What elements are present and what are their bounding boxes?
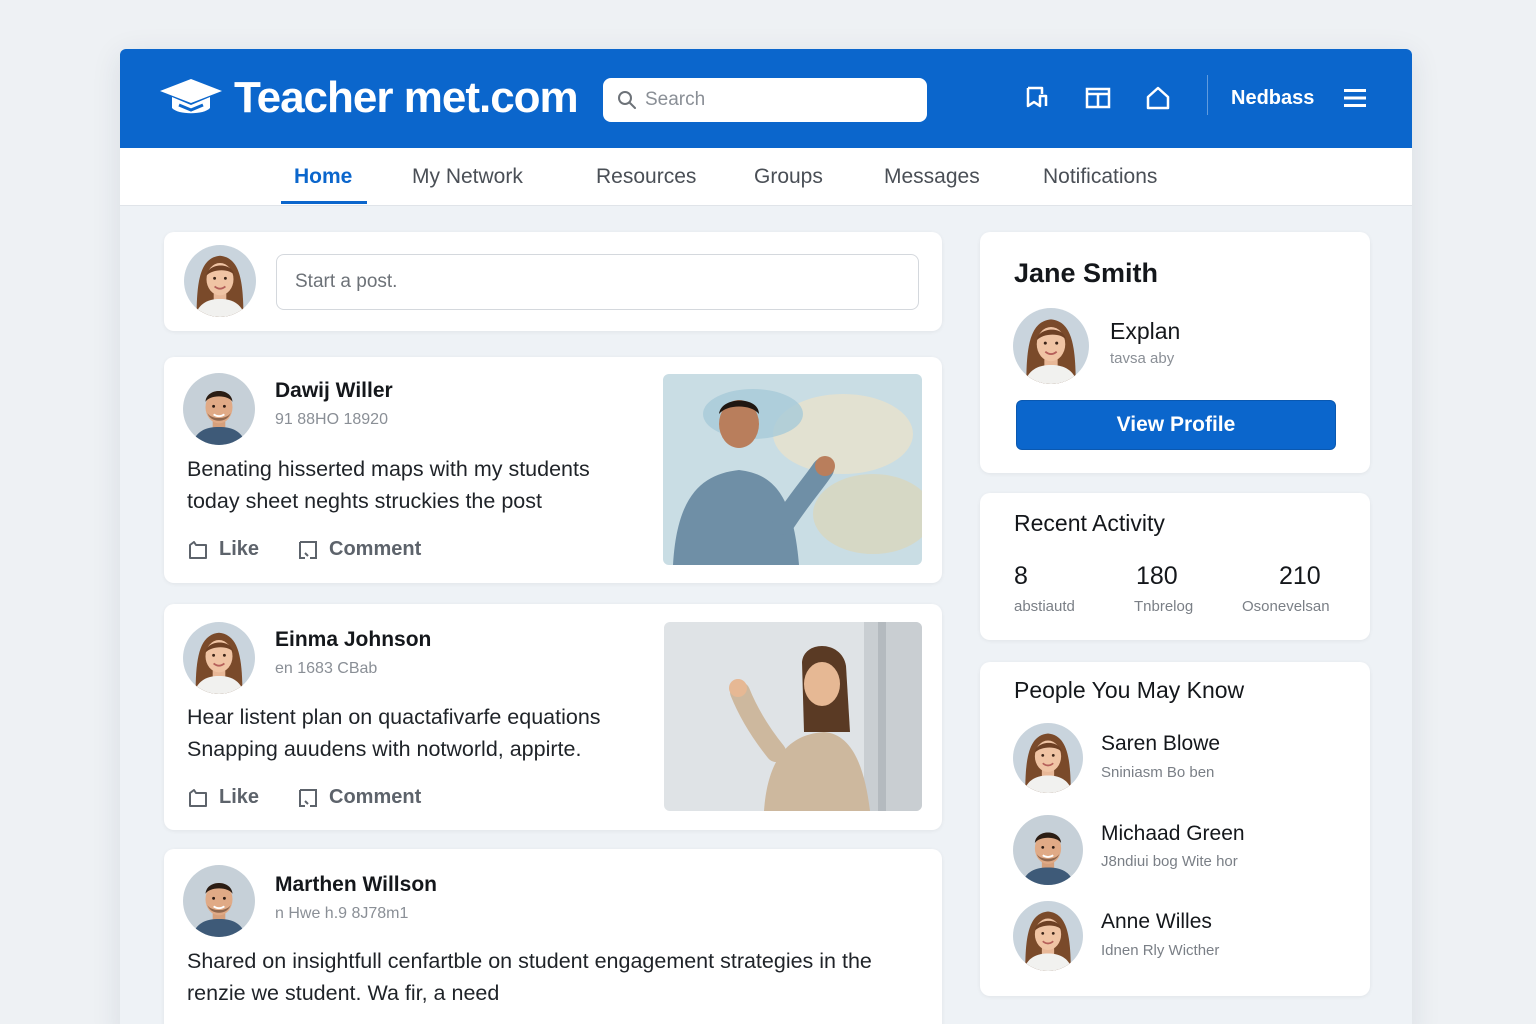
post-author[interactable]: Dawij Willer: [275, 379, 393, 403]
top-bar: Teacher met.com Nedbass: [120, 49, 1412, 148]
post-image[interactable]: [663, 374, 922, 565]
post-meta: 91 88HO 18920: [275, 411, 388, 428]
post-card: Marthen Willson n Hwe h.9 8J78m1 Shared …: [164, 849, 942, 1024]
tab-home[interactable]: Home: [294, 165, 352, 189]
like-label: Like: [219, 538, 260, 560]
comment-icon: [299, 540, 317, 559]
post-text: Benating hisserted maps with my students…: [187, 457, 590, 513]
avatar[interactable]: [1013, 308, 1089, 384]
brand-name: Teacher met.com: [234, 73, 579, 122]
stat-value: 180: [1136, 562, 1178, 590]
post-meta: en 1683 CBab: [275, 660, 378, 677]
avatar[interactable]: [1013, 901, 1083, 971]
people-title: People You May Know: [1014, 677, 1245, 703]
tab-notifications[interactable]: Notifications: [1043, 165, 1157, 189]
like-button[interactable]: Like: [187, 786, 259, 809]
post-author[interactable]: Einma Johnson: [275, 628, 431, 652]
like-icon: [189, 788, 207, 807]
tab-messages[interactable]: Messages: [884, 165, 980, 189]
person-name[interactable]: Anne Willes: [1101, 910, 1212, 934]
like-button[interactable]: Like: [187, 538, 259, 561]
search-icon: [618, 91, 636, 109]
active-tab-indicator: [281, 201, 367, 204]
comment-button[interactable]: Comment: [297, 538, 421, 561]
divider: [1207, 75, 1208, 115]
post-text: Shared on insightfull cenfartble on stud…: [187, 949, 872, 1005]
username[interactable]: Nedbass: [1231, 87, 1314, 110]
comment-icon: [299, 788, 317, 807]
stat-label: Osonevelsan: [1242, 598, 1330, 615]
profile-name[interactable]: Jane Smith: [1014, 258, 1158, 289]
post-composer: [164, 232, 942, 331]
avatar[interactable]: [183, 622, 255, 694]
search-input[interactable]: [645, 89, 905, 111]
post-image[interactable]: [664, 622, 922, 811]
avatar[interactable]: [183, 865, 255, 937]
tab-my-network[interactable]: My Network: [412, 165, 523, 189]
comment-label: Comment: [329, 786, 422, 808]
comment-label: Comment: [329, 538, 422, 560]
tab-groups[interactable]: Groups: [754, 165, 823, 189]
tab-resources[interactable]: Resources: [596, 165, 696, 189]
nav-bar: Home My Network Resources Groups Message…: [120, 148, 1412, 206]
menu-icon[interactable]: [1342, 85, 1368, 111]
recent-activity-title: Recent Activity: [1014, 510, 1165, 536]
post-card: Dawij Willer 91 88HO 18920 Benating hiss…: [164, 357, 942, 583]
stat-label: Tnbrelog: [1134, 598, 1194, 615]
layout-icon[interactable]: [1083, 83, 1113, 113]
like-icon: [189, 540, 207, 559]
person-meta: Idnen Rly Wicther: [1101, 942, 1220, 959]
stat-value: 8: [1014, 562, 1028, 590]
stat-label: abstiautd: [1014, 598, 1075, 615]
profile-subtitle: tavsa aby: [1110, 350, 1175, 367]
person-meta: Sniniasm Bo ben: [1101, 764, 1215, 781]
people-you-may-know-card: People You May Know Saren Blowe Sniniasm…: [980, 662, 1370, 996]
avatar[interactable]: [1013, 815, 1083, 885]
avatar[interactable]: [184, 245, 256, 317]
app-window: Teacher met.com Nedbass Home My Network …: [120, 49, 1412, 1024]
person-meta: J8ndiui bog Wite hor: [1101, 853, 1238, 870]
start-post-input[interactable]: [276, 254, 919, 310]
post-text: Hear listent plan on quactafivarfe equat…: [187, 705, 601, 761]
stat-value: 210: [1279, 562, 1321, 590]
like-label: Like: [219, 786, 260, 808]
profile-role: Explan: [1110, 318, 1181, 344]
comment-button[interactable]: Comment: [297, 786, 421, 809]
avatar[interactable]: [183, 373, 255, 445]
person-name[interactable]: Michaad Green: [1101, 822, 1245, 846]
graduation-cap-icon: [160, 79, 222, 114]
search-box[interactable]: [603, 78, 927, 122]
recent-activity-card: Recent Activity 8 abstiautd 180 Tnbrelog…: [980, 493, 1370, 640]
home-icon[interactable]: [1143, 83, 1173, 113]
bookmark-icon[interactable]: [1022, 83, 1052, 113]
post-card: Einma Johnson en 1683 CBab Hear listent …: [164, 604, 942, 830]
profile-card: Jane Smith Explan tavsa aby View Profile: [980, 232, 1370, 473]
post-meta: n Hwe h.9 8J78m1: [275, 905, 409, 922]
logo[interactable]: Teacher met.com: [158, 73, 579, 123]
avatar[interactable]: [1013, 723, 1083, 793]
view-profile-button[interactable]: View Profile: [1016, 400, 1336, 450]
person-name[interactable]: Saren Blowe: [1101, 732, 1220, 756]
post-author[interactable]: Marthen Willson: [275, 873, 437, 897]
